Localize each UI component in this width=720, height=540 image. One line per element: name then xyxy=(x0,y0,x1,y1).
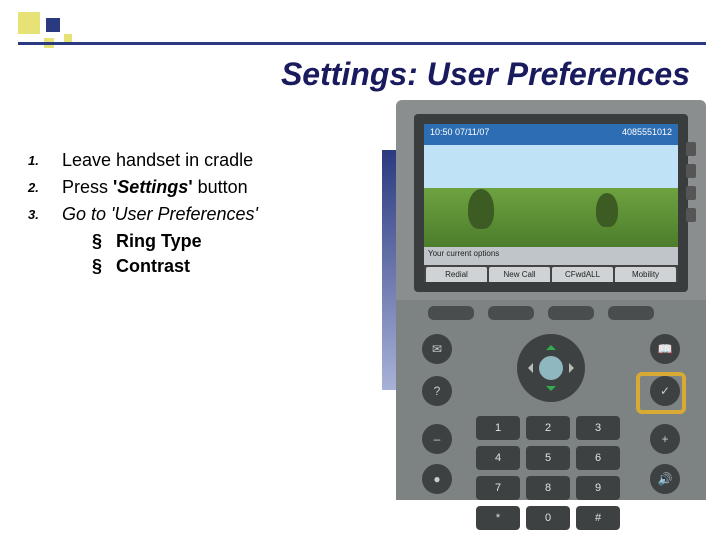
messages-button[interactable]: ✉ xyxy=(422,334,452,364)
screen-softkeys: Redial New Call CFwdALL Mobility xyxy=(424,265,678,282)
phone-bezel: 10:50 07/11/07 4085551012 Your current o… xyxy=(414,114,688,292)
speaker-icon: 🔊 xyxy=(658,472,673,486)
check-icon: ✓ xyxy=(660,384,670,398)
key-3[interactable]: 3 xyxy=(576,416,620,440)
keypad: 1 2 3 4 5 6 7 8 9 * 0 # xyxy=(476,416,626,530)
nav-down-icon[interactable] xyxy=(546,386,556,396)
key-7[interactable]: 7 xyxy=(476,476,520,500)
key-6[interactable]: 6 xyxy=(576,446,620,470)
screen-status-bar: 10:50 07/11/07 4085551012 xyxy=(424,124,678,145)
nav-left-icon[interactable] xyxy=(523,363,533,373)
key-2[interactable]: 2 xyxy=(526,416,570,440)
envelope-icon: ✉ xyxy=(432,342,442,356)
key-5[interactable]: 5 xyxy=(526,446,570,470)
softkey-button-4[interactable] xyxy=(608,306,654,320)
help-button[interactable]: ? xyxy=(422,376,452,406)
speaker-button[interactable]: 🔊 xyxy=(650,464,680,494)
softkey-mobility[interactable]: Mobility xyxy=(615,267,676,282)
line-key-1[interactable] xyxy=(686,142,696,156)
softkey-redial[interactable]: Redial xyxy=(426,267,487,282)
nav-right-icon[interactable] xyxy=(569,363,579,373)
phone-illustration: 10:50 07/11/07 4085551012 Your current o… xyxy=(396,100,706,500)
settings-button[interactable]: ✓ xyxy=(650,376,680,406)
key-hash[interactable]: # xyxy=(576,506,620,530)
line-key-4[interactable] xyxy=(686,208,696,222)
minus-icon: – xyxy=(434,432,441,446)
top-rule xyxy=(18,42,706,45)
step-2: 2. Press 'Settings' button xyxy=(28,177,398,198)
line-key-3[interactable] xyxy=(686,186,696,200)
key-1[interactable]: 1 xyxy=(476,416,520,440)
softkey-cfwdall[interactable]: CFwdALL xyxy=(552,267,613,282)
instruction-list: 1. Leave handset in cradle 2. Press 'Set… xyxy=(28,150,398,277)
plus-icon: + xyxy=(661,432,668,446)
phone-screen: 10:50 07/11/07 4085551012 Your current o… xyxy=(424,124,678,282)
help-icon: ? xyxy=(434,384,441,398)
nav-up-icon[interactable] xyxy=(546,340,556,350)
volume-up-button[interactable]: + xyxy=(650,424,680,454)
softkey-button-1[interactable] xyxy=(428,306,474,320)
directories-button[interactable]: 📖 xyxy=(650,334,680,364)
sub-contrast: § Contrast xyxy=(92,256,398,277)
key-star[interactable]: * xyxy=(476,506,520,530)
book-icon: 📖 xyxy=(658,342,673,356)
sub-ring-type: § Ring Type xyxy=(92,231,398,252)
screen-wallpaper xyxy=(424,145,678,247)
side-gradient-bar xyxy=(382,150,396,390)
key-4[interactable]: 4 xyxy=(476,446,520,470)
step-1: 1. Leave handset in cradle xyxy=(28,150,398,171)
key-9[interactable]: 9 xyxy=(576,476,620,500)
mute-icon: ● xyxy=(433,472,440,486)
screen-options-label: Your current options xyxy=(424,247,678,265)
step-3: 3. Go to 'User Preferences' xyxy=(28,204,398,225)
softkey-button-2[interactable] xyxy=(488,306,534,320)
volume-down-button[interactable]: – xyxy=(422,424,452,454)
slide-title: Settings: User Preferences xyxy=(281,56,690,93)
mute-button[interactable]: ● xyxy=(422,464,452,494)
softkey-newcall[interactable]: New Call xyxy=(489,267,550,282)
phone-button-area: ✉ ? 📖 ✓ – ● + 🔊 1 2 3 4 5 6 7 8 9 * 0 # xyxy=(396,300,706,500)
nav-select-button[interactable] xyxy=(539,356,563,380)
corner-decoration xyxy=(18,12,88,52)
key-0[interactable]: 0 xyxy=(526,506,570,530)
nav-cluster[interactable] xyxy=(517,334,585,402)
softkey-button-3[interactable] xyxy=(548,306,594,320)
line-key-2[interactable] xyxy=(686,164,696,178)
key-8[interactable]: 8 xyxy=(526,476,570,500)
